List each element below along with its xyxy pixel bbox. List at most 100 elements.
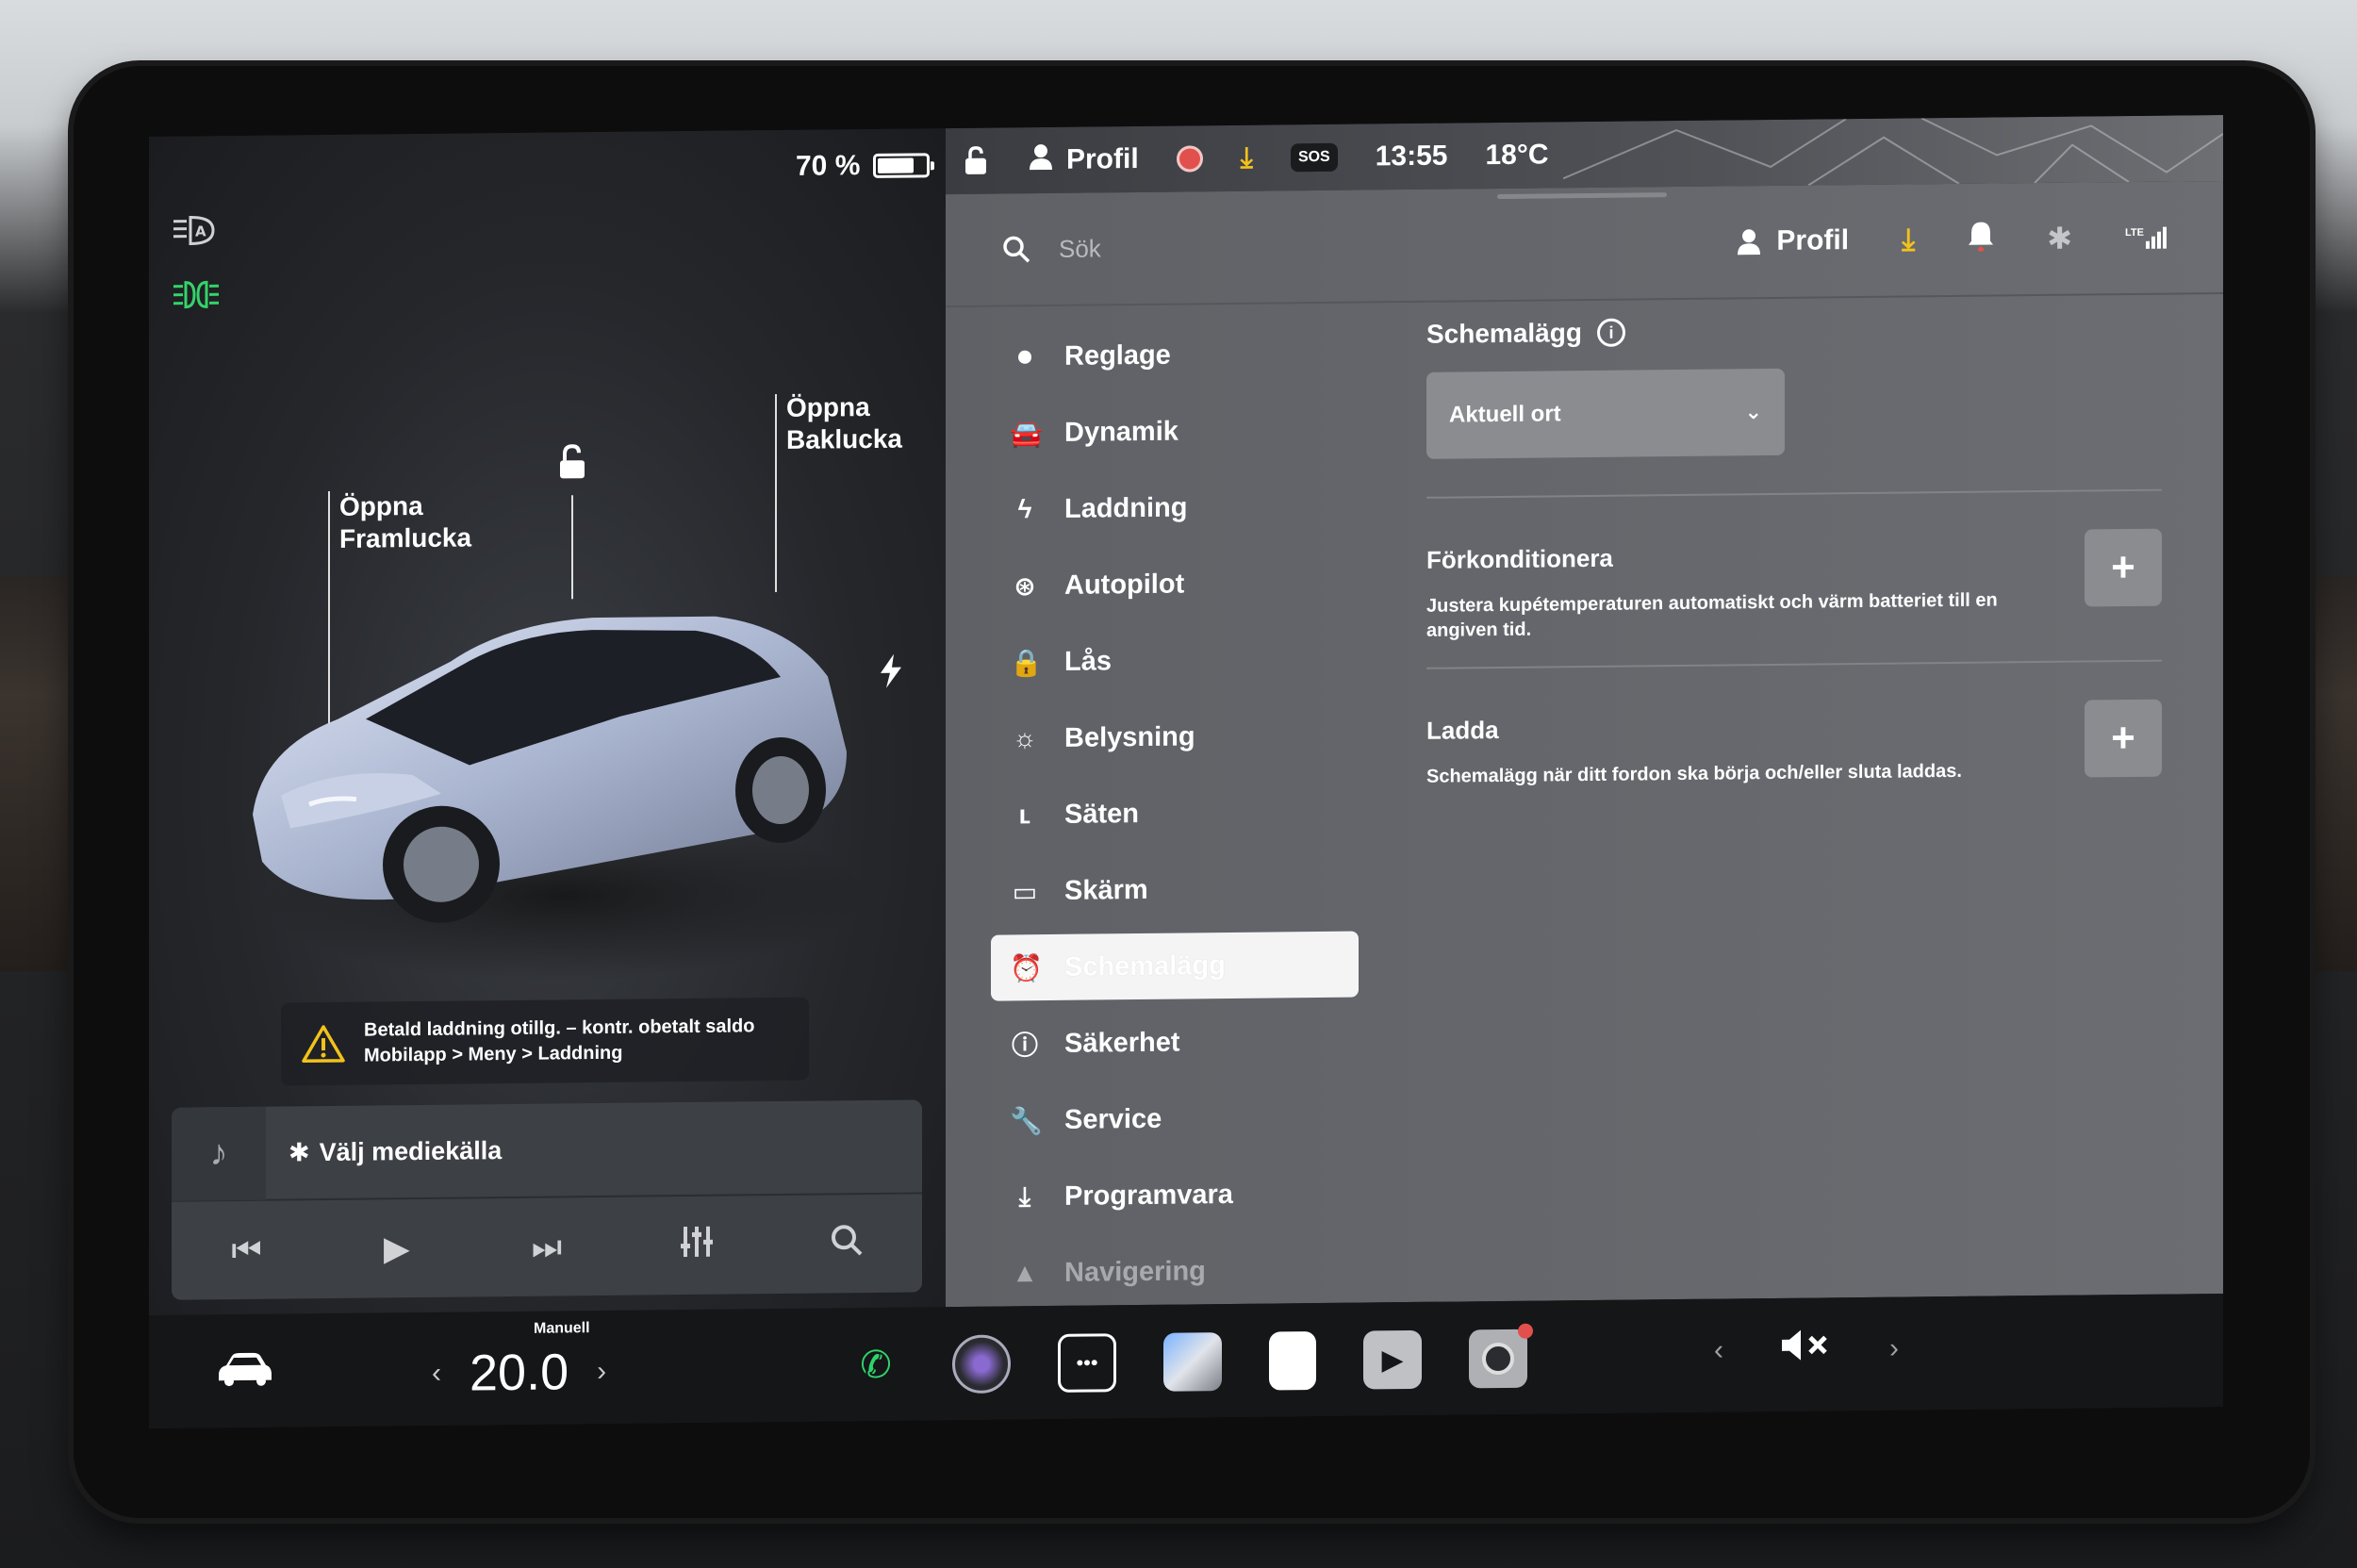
menu-item-laddning[interactable]: ϟ Laddning (991, 473, 1359, 543)
media-search-icon[interactable] (818, 1222, 875, 1265)
menu-item-skarm[interactable]: ▭ Skärm (991, 855, 1359, 925)
car-icon: 🚘 (1010, 418, 1043, 448)
app-launcher: ✆ ••• ▶ (847, 1323, 1533, 1395)
seat-icon: ʟ (1018, 800, 1031, 830)
alert-circle-icon: ⓘ (1011, 1031, 1038, 1061)
menu-item-belysning[interactable]: ☼ Belysning (991, 702, 1359, 772)
frunk-label-line1: Öppna (339, 490, 423, 521)
person-icon (1029, 143, 1053, 177)
download-icon-top[interactable]: ⤓ (1241, 142, 1253, 174)
notification-bell-icon[interactable] (1968, 220, 1994, 259)
download-icon: ⤓ (1018, 1180, 1031, 1211)
battery-icon (873, 153, 931, 178)
map-preview[interactable] (1563, 115, 2223, 188)
frunk-label-line2: Framlucka (339, 522, 472, 553)
equalizer-icon[interactable] (668, 1224, 725, 1267)
temp-increase-button[interactable]: › (597, 1356, 606, 1388)
warning-line1: Betald laddning otillg. – kontr. obetalt… (364, 1015, 755, 1041)
camera-app-icon[interactable] (952, 1334, 1011, 1395)
menu-item-reglage[interactable]: ⏺ Reglage (991, 321, 1359, 390)
bluetooth-icon: ✱ (288, 1137, 310, 1166)
schedule-title: Schemalägg (1426, 318, 1582, 349)
speaker-muted-icon[interactable] (1780, 1328, 1833, 1371)
car-controls-icon[interactable] (215, 1350, 273, 1389)
sun-icon: ☼ (1013, 723, 1037, 753)
add-charge-schedule-button[interactable]: + (2085, 699, 2162, 778)
schedule-content: Schemalägg i Aktuell ort ⌄ Förkonditione… (1426, 312, 2162, 789)
menu-item-programvara[interactable]: ⤓ Programvara (991, 1161, 1359, 1230)
location-selected: Aktuell ort (1449, 401, 1561, 428)
warning-icon (302, 1025, 345, 1064)
next-icon[interactable]: ⏭ (519, 1227, 575, 1268)
charge-title: Ladda (1426, 716, 1499, 745)
chevron-down-icon: ⌄ (1744, 400, 1762, 424)
auto-headlights-icon[interactable]: A (172, 213, 221, 248)
profile-button-top[interactable]: Profil (1029, 142, 1139, 177)
bluetooth-icon[interactable]: ✱ (2047, 221, 2072, 256)
location-dropdown[interactable]: Aktuell ort ⌄ (1426, 368, 1785, 459)
open-trunk-button[interactable]: Öppna Baklucka (786, 391, 902, 456)
payment-warning[interactable]: Betald laddning otillg. – kontr. obetalt… (281, 997, 809, 1086)
temperature-value[interactable]: 20.0 (470, 1343, 569, 1402)
charge-row: Ladda Schemalägg när ditt fordon ska bör… (1426, 699, 2162, 789)
volume-down-button[interactable]: ‹ (1714, 1334, 1723, 1366)
trunk-label-line1: Öppna (786, 391, 870, 422)
dashcam-record-icon[interactable] (1176, 145, 1203, 173)
divider (1426, 659, 2162, 669)
menu-item-schemalagg[interactable]: ⏰ Schemalägg (991, 931, 1359, 1001)
precondition-row: Förkonditionera Justera kupétemperaturen… (1426, 528, 2162, 643)
settings-menu: ⏺ Reglage 🚘 Dynamik ϟ Laddning ⊛ Autopilot 🔒… (991, 321, 1359, 1317)
charge-desc: Schemalägg när ditt fordon ska börja och… (1426, 760, 1962, 787)
phone-icon[interactable]: ✆ (847, 1336, 905, 1395)
menu-item-sakerhet[interactable]: ⓘ Säkerhet (991, 1008, 1359, 1078)
media-source-selector[interactable]: ✱ Välj mediekälla (288, 1136, 502, 1167)
outside-temperature: 18°C (1485, 139, 1549, 172)
volume-up-button[interactable]: › (1889, 1332, 1899, 1364)
unlock-car-icon[interactable] (554, 443, 592, 481)
temp-decrease-button[interactable]: ‹ (432, 1358, 441, 1390)
music-note-icon[interactable]: ♪ (172, 1105, 266, 1201)
dashcam-icon[interactable] (1469, 1323, 1533, 1389)
play-icon[interactable]: ▶ (369, 1229, 425, 1269)
media-source-label: Välj mediekälla (319, 1135, 503, 1166)
settings-header: Sök Profil ⤓ ✱ LTE (946, 180, 2223, 308)
lock-icon: 🔒 (1010, 647, 1043, 677)
svg-text:A: A (195, 223, 206, 239)
car-unlocked-icon[interactable] (963, 146, 991, 176)
touchscreen: 70 % A Öppna Framlucka Öppna Baklucka Be… (149, 114, 2223, 1428)
open-frunk-button[interactable]: Öppna Framlucka (339, 489, 471, 554)
trunk-label-line2: Baklucka (786, 423, 902, 454)
menu-item-navigering[interactable]: ▲ Navigering (991, 1237, 1359, 1307)
menu-item-autopilot[interactable]: ⊛ Autopilot (991, 550, 1359, 619)
car-illustration (253, 616, 865, 982)
menu-item-service[interactable]: 🔧 Service (991, 1084, 1359, 1154)
profile-button[interactable]: Profil (1737, 224, 1849, 257)
add-precondition-button[interactable]: + (2085, 528, 2162, 607)
theater-icon[interactable]: ▶ (1363, 1329, 1422, 1390)
trunk-callout-line (775, 394, 777, 593)
battery-status: 70 % (796, 149, 931, 182)
profile-label-top: Profil (1066, 143, 1139, 175)
menu-item-las[interactable]: 🔒 Lås (991, 626, 1359, 696)
settings-search[interactable]: Sök (1002, 234, 1101, 264)
software-download-icon[interactable]: ⤓ (1902, 222, 1915, 257)
calendar-icon[interactable] (1269, 1331, 1316, 1391)
more-apps-icon[interactable]: ••• (1058, 1333, 1116, 1393)
info-icon[interactable]: i (1596, 318, 1625, 347)
previous-icon[interactable]: ⏮ (219, 1230, 275, 1271)
volume-control: ‹ › (1714, 1328, 1899, 1372)
climate-control: ‹ Manuell 20.0 › (432, 1320, 606, 1403)
warning-line2: Mobilapp > Meny > Laddning (364, 1042, 623, 1066)
sos-icon[interactable]: SOS (1290, 142, 1338, 173)
lte-signal-icon: LTE (2125, 226, 2167, 249)
navigation-app-icon[interactable] (1163, 1332, 1222, 1392)
parking-lights-icon[interactable] (172, 277, 221, 312)
menu-item-dynamik[interactable]: 🚘 Dynamik (991, 397, 1359, 467)
settings-panel: Sök Profil ⤓ ✱ LTE ⏺ Reglage 🚘 Dynamik ϟ… (946, 180, 2223, 1308)
sos-label: SOS (1297, 148, 1330, 166)
precondition-desc: Justera kupétemperaturen automatiskt och… (1426, 589, 1998, 641)
bolt-icon: ϟ (1017, 494, 1032, 524)
precondition-title: Förkonditionera (1426, 543, 1613, 574)
menu-item-saten[interactable]: ʟ Säten (991, 779, 1359, 849)
bottom-dock: ‹ Manuell 20.0 › ✆ ••• ▶ ‹ › (149, 1293, 2223, 1428)
